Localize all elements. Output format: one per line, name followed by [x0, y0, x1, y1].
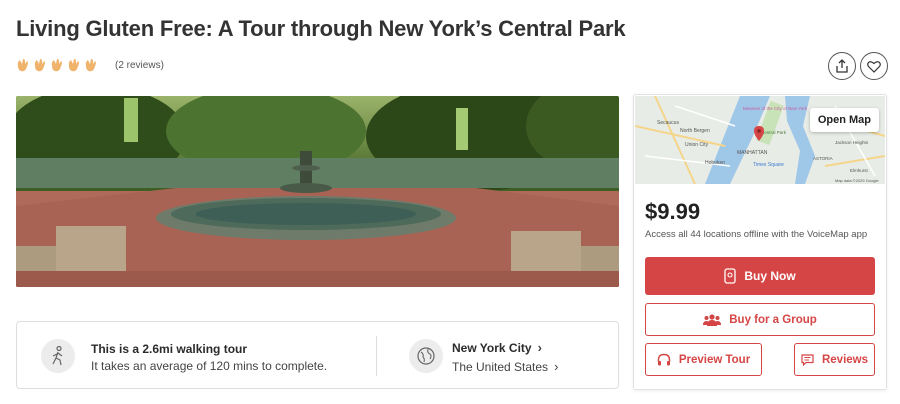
reviews-button[interactable]: Reviews: [794, 343, 875, 376]
share-button[interactable]: [828, 52, 856, 80]
walking-icon: [41, 339, 75, 373]
walk-distance-title: This is a 2.6mi walking tour: [91, 342, 248, 356]
map-label: Museum of the City of New York: [743, 106, 808, 111]
chevron-right-icon: ›: [537, 340, 542, 355]
clap-icon: [50, 58, 63, 72]
map-label: ASTORIA: [813, 156, 833, 161]
buy-for-group-label: Buy for a Group: [729, 313, 817, 326]
map-label: North Bergen: [680, 128, 710, 134]
share-icon: [836, 59, 848, 73]
preview-tour-label: Preview Tour: [678, 353, 751, 366]
city-label: New York City: [452, 340, 532, 355]
favorite-button[interactable]: [860, 52, 888, 80]
clap-icon: [33, 58, 46, 72]
buy-for-group-button[interactable]: Buy for a Group: [645, 303, 875, 336]
offline-access-text: Access all 44 locations offline with the…: [645, 229, 868, 240]
open-map-button[interactable]: Open Map: [809, 108, 879, 132]
chevron-right-icon: ›: [554, 359, 559, 374]
phone-icon: [724, 268, 736, 284]
globe-icon: [409, 339, 443, 373]
map-label: Central Park: [761, 130, 787, 135]
map-attribution: Map data ©2025 Google: [835, 178, 879, 183]
clap-icon: [84, 58, 97, 72]
map-label: MANHATTAN: [737, 150, 768, 156]
city-link[interactable]: New York City ›: [452, 340, 542, 355]
map-label: Hoboken: [705, 160, 725, 166]
map-label: Elmhurst: [850, 168, 869, 173]
map-label: Jackson Heights: [835, 140, 869, 145]
clap-icon: [67, 58, 80, 72]
headphones-icon: [657, 353, 671, 366]
country-link[interactable]: The United States ›: [452, 359, 558, 374]
buy-now-button[interactable]: Buy Now: [645, 257, 875, 295]
country-label: The United States: [452, 359, 549, 374]
reviews-label: Reviews: [821, 353, 869, 366]
map-label: Secaucus: [657, 120, 679, 126]
review-icon: [801, 353, 814, 366]
divider: [376, 336, 377, 376]
clap-icon: [16, 58, 29, 72]
walk-duration-text: It takes an average of 120 mins to compl…: [91, 359, 328, 373]
group-icon: [703, 313, 722, 326]
tour-info-card: This is a 2.6mi walking tour It takes an…: [16, 321, 619, 389]
preview-tour-button[interactable]: Preview Tour: [645, 343, 762, 376]
tour-hero-image: [16, 96, 619, 287]
buy-now-label: Buy Now: [744, 269, 796, 283]
page-title: Living Gluten Free: A Tour through New Y…: [16, 16, 626, 41]
map-label: Union City: [685, 142, 709, 148]
map-label: Times Square: [753, 162, 784, 168]
reviews-count-link[interactable]: (2 reviews): [115, 60, 164, 71]
tour-map[interactable]: Secaucus North Bergen Union City Hoboken…: [635, 96, 885, 184]
purchase-panel: Secaucus North Bergen Union City Hoboken…: [633, 94, 887, 390]
rating: (2 reviews): [16, 58, 164, 72]
tour-price: $9.99: [645, 199, 701, 224]
heart-icon: [867, 60, 881, 73]
